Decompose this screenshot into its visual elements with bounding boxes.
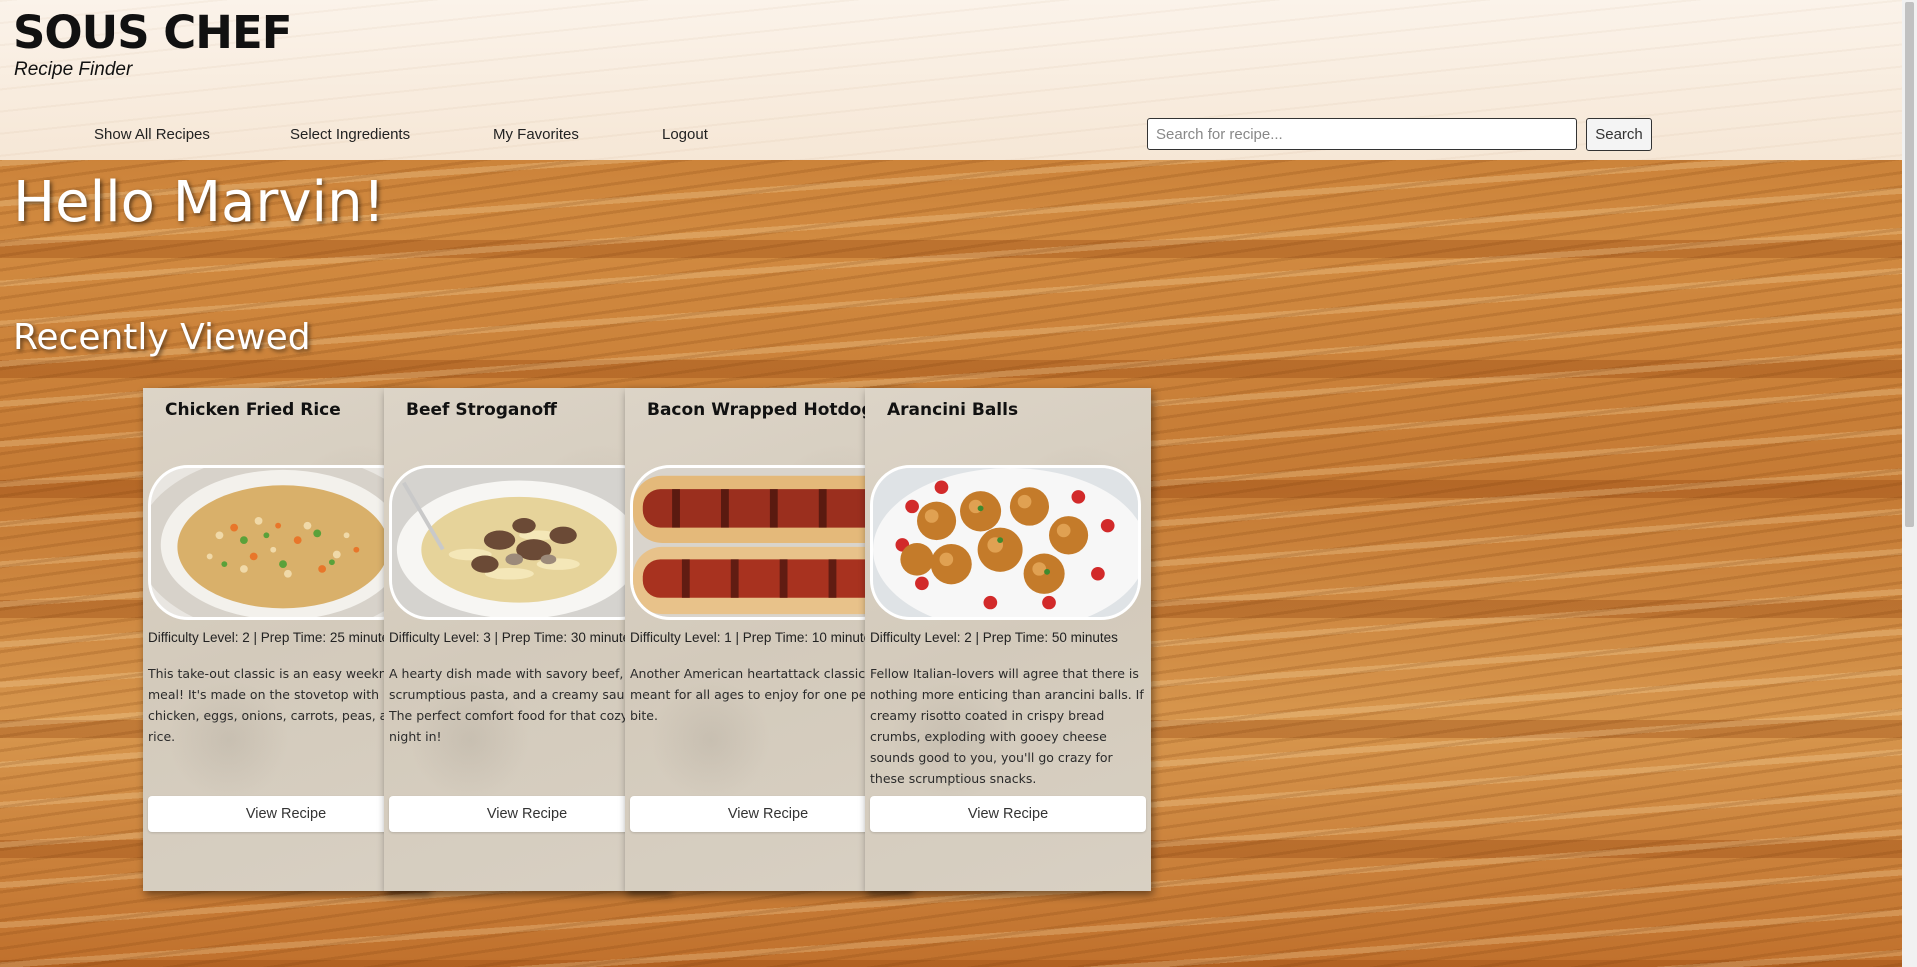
search-button[interactable]: Search bbox=[1586, 118, 1652, 151]
recently-viewed-heading: Recently Viewed bbox=[13, 317, 311, 358]
recipe-card-description: Another American heartattack classic, me… bbox=[630, 666, 896, 723]
recipe-card-title: Beef Stroganoff bbox=[406, 400, 557, 420]
recipe-card-description: A hearty dish made with savory beef, scr… bbox=[389, 666, 643, 744]
nav-show-all-recipes[interactable]: Show All Recipes bbox=[94, 126, 210, 143]
recipe-card: Arancini Balls Difficulty Level: 2 | Pre… bbox=[865, 388, 1151, 891]
recipe-card-title: Bacon Wrapped Hotdogs bbox=[647, 400, 884, 420]
brand-subtitle: Recipe Finder bbox=[14, 59, 133, 80]
recipe-card-meta: Difficulty Level: 2 | Prep Time: 25 minu… bbox=[148, 630, 396, 645]
scrollbar-thumb[interactable] bbox=[1905, 2, 1914, 527]
recipe-card-description: Fellow Italian-lovers will agree that th… bbox=[870, 666, 1144, 786]
arancini-balls-photo bbox=[870, 465, 1141, 620]
recipe-card-meta: Difficulty Level: 3 | Prep Time: 30 minu… bbox=[389, 630, 637, 645]
greeting-heading: Hello Marvin! bbox=[13, 170, 386, 235]
vertical-scrollbar[interactable] bbox=[1902, 0, 1917, 967]
view-recipe-button[interactable]: View Recipe bbox=[870, 796, 1146, 832]
nav-select-ingredients[interactable]: Select Ingredients bbox=[290, 126, 410, 143]
recipe-card-meta: Difficulty Level: 1 | Prep Time: 10 minu… bbox=[630, 630, 878, 645]
header: SOUS CHEF Recipe Finder Show All Recipes… bbox=[0, 0, 1902, 160]
nav-my-favorites[interactable]: My Favorites bbox=[493, 126, 579, 143]
view-recipe-button[interactable]: View Recipe bbox=[148, 796, 424, 832]
bacon-hotdogs-photo bbox=[630, 465, 901, 620]
nav-logout[interactable]: Logout bbox=[662, 126, 708, 143]
search-input[interactable] bbox=[1147, 118, 1577, 150]
recipe-card-meta: Difficulty Level: 2 | Prep Time: 50 minu… bbox=[870, 630, 1118, 645]
recipe-card-description: This take-out classic is an easy weeknig… bbox=[148, 666, 411, 744]
brand-title: SOUS CHEF bbox=[13, 6, 292, 59]
chicken-fried-rice-photo bbox=[148, 465, 419, 620]
view-recipe-button[interactable]: View Recipe bbox=[389, 796, 665, 832]
beef-stroganoff-photo bbox=[389, 465, 660, 620]
recipe-card-title: Chicken Fried Rice bbox=[165, 400, 341, 420]
recipe-card-title: Arancini Balls bbox=[887, 400, 1019, 420]
